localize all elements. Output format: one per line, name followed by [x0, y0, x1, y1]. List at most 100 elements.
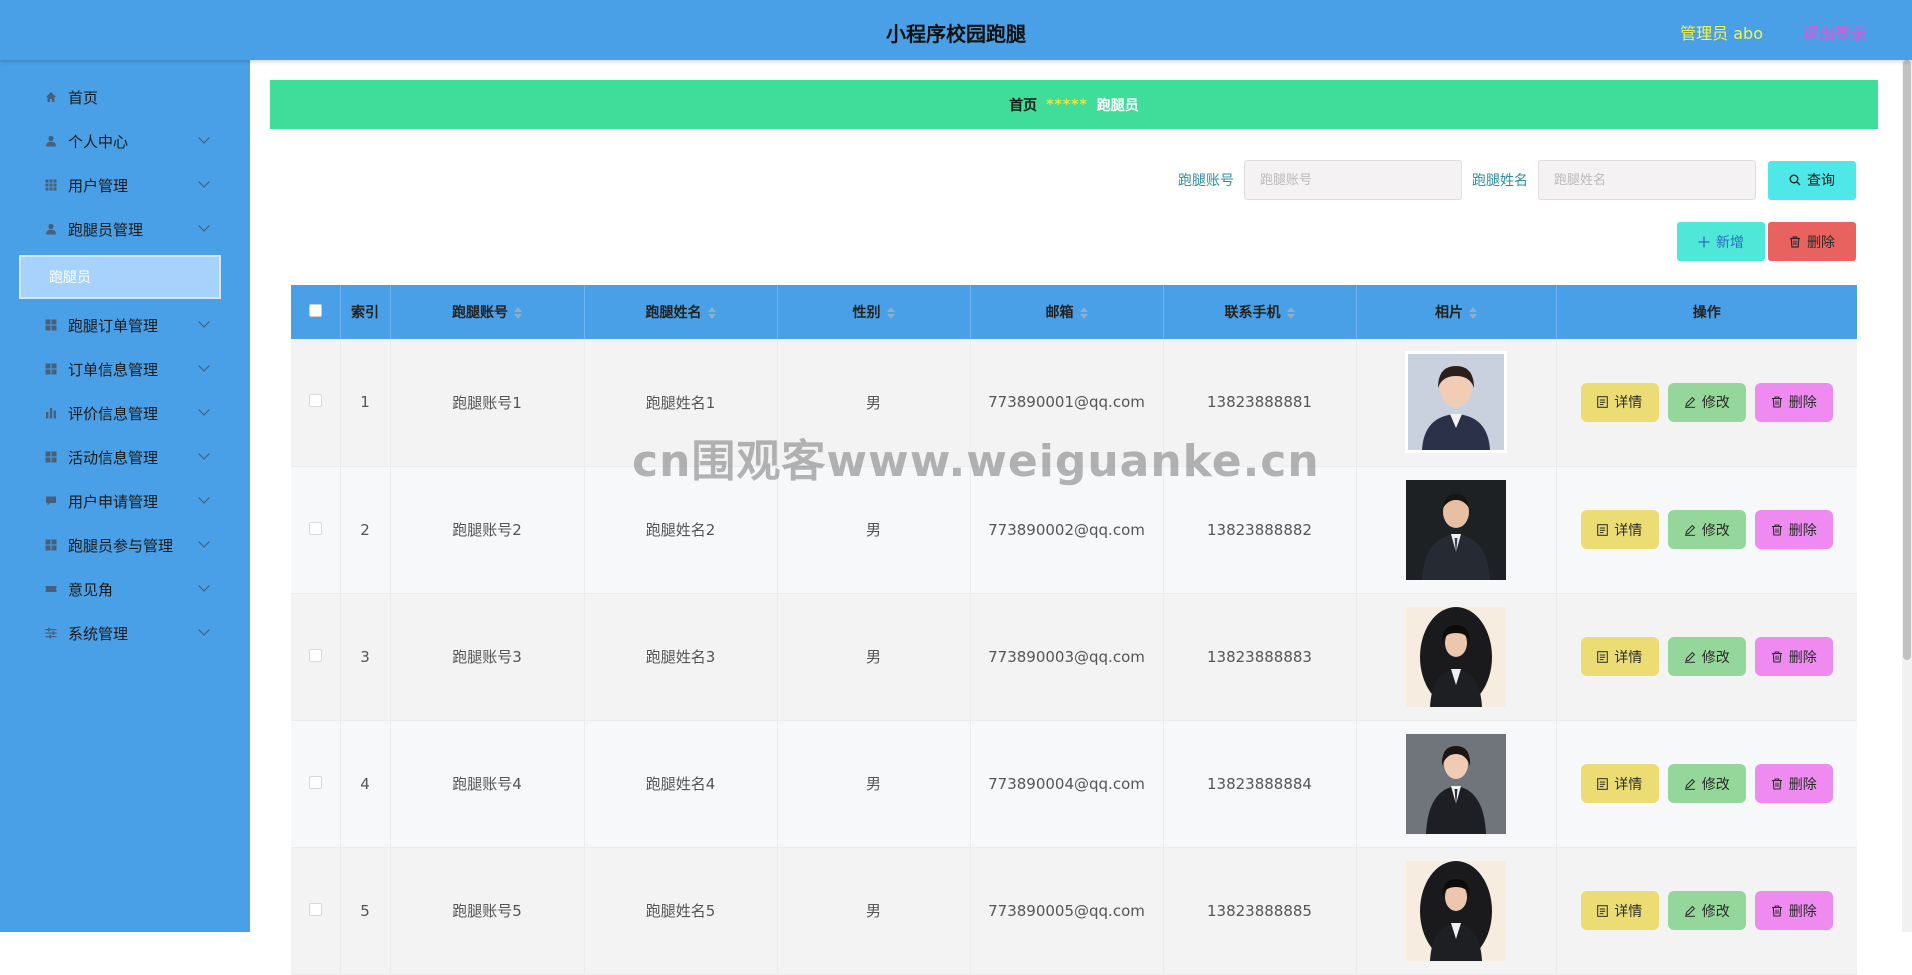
edit-button[interactable]: 修改: [1667, 637, 1746, 676]
runner-photo[interactable]: [1406, 860, 1506, 961]
name-search-input[interactable]: [1538, 160, 1756, 200]
detail-button[interactable]: 详情: [1580, 637, 1659, 676]
row-checkbox[interactable]: [308, 648, 322, 662]
delete-button[interactable]: 删除: [1754, 891, 1833, 930]
sort-icon[interactable]: [1469, 307, 1477, 319]
add-button[interactable]: 新增: [1677, 222, 1765, 261]
detail-button[interactable]: 详情: [1580, 510, 1659, 549]
detail-button[interactable]: 详情: [1580, 382, 1659, 422]
runner-photo[interactable]: [1406, 479, 1506, 580]
delete-button[interactable]: 删除: [1754, 764, 1833, 803]
sort-icon[interactable]: [1079, 307, 1088, 319]
chevron-down-icon: [198, 536, 210, 548]
edit-button[interactable]: 修改: [1667, 891, 1746, 930]
sort-icon[interactable]: [886, 307, 895, 319]
grid-icon: [44, 318, 58, 332]
select-all-checkbox[interactable]: [308, 303, 322, 317]
sort-icon[interactable]: [514, 307, 522, 319]
sidebar-subitem-runner[interactable]: 跑腿员: [19, 255, 221, 299]
sort-icon[interactable]: [1286, 307, 1295, 319]
search-bar: 跑腿账号 跑腿姓名 查询: [1178, 160, 1856, 200]
cell-account: 跑腿账号2: [390, 466, 585, 594]
header-photo-label: 相片: [1435, 305, 1463, 321]
cell-name: 跑腿姓名2: [584, 466, 778, 594]
edit-button[interactable]: 修改: [1667, 764, 1746, 803]
sidebar-item-reviews[interactable]: 评价信息管理: [0, 391, 250, 435]
delete-button[interactable]: 删除: [1754, 510, 1833, 549]
cell-phone: 13823888881: [1163, 339, 1357, 467]
scrollbar-thumb[interactable]: [1903, 60, 1911, 660]
account-search-input[interactable]: [1244, 160, 1462, 200]
runner-photo[interactable]: [1406, 733, 1506, 834]
sidebar-item-label: 跑腿订单管理: [68, 316, 159, 335]
chat-icon: [44, 494, 58, 508]
document-icon: [1597, 396, 1609, 409]
edit-button[interactable]: 修改: [1667, 382, 1746, 422]
runner-photo[interactable]: [1405, 351, 1507, 454]
runner-table: 索引 跑腿账号 跑腿姓名 性别 邮箱 联系手机 相片 操作 1 跑腿账号1 跑腿…: [291, 285, 1857, 975]
detail-button-label: 详情: [1614, 395, 1643, 412]
batch-delete-button[interactable]: 删除: [1768, 222, 1856, 261]
delete-button[interactable]: 删除: [1754, 382, 1833, 422]
chevron-down-icon: [198, 492, 210, 504]
cell-email: 773890001@qq.com: [970, 339, 1164, 467]
sidebar-item-activities[interactable]: 活动信息管理: [0, 435, 250, 479]
row-checkbox[interactable]: [308, 775, 322, 789]
sidebar-item-runner-orders[interactable]: 跑腿订单管理: [0, 303, 250, 347]
cell-account: 跑腿账号5: [390, 847, 585, 975]
row-checkbox[interactable]: [308, 902, 322, 916]
detail-button-label: 详情: [1614, 776, 1643, 793]
header-name[interactable]: 跑腿姓名: [584, 285, 778, 339]
chevron-down-icon: [198, 176, 210, 188]
toolbar: 新增 删除: [1677, 222, 1856, 261]
row-checkbox[interactable]: [308, 521, 322, 535]
delete-button[interactable]: 删除: [1754, 637, 1833, 676]
sidebar-item-users[interactable]: 用户管理: [0, 163, 250, 207]
runner-photo[interactable]: [1406, 606, 1506, 707]
cell-name: 跑腿姓名4: [584, 720, 778, 848]
logout-link[interactable]: 退出登录: [1803, 20, 1867, 44]
trash-icon: [1790, 235, 1800, 248]
breadcrumb-separator: *****: [1046, 96, 1088, 113]
header-account[interactable]: 跑腿账号: [390, 285, 585, 339]
cell-gender: 男: [777, 720, 971, 848]
sidebar-item-runner-participation[interactable]: 跑腿员参与管理: [0, 523, 250, 567]
sidebar-item-order-info[interactable]: 订单信息管理: [0, 347, 250, 391]
edit-button[interactable]: 修改: [1667, 510, 1746, 549]
chevron-down-icon: [198, 404, 210, 416]
header-email[interactable]: 邮箱: [970, 285, 1164, 339]
sidebar-item-feedback[interactable]: 意见角: [0, 567, 250, 611]
ticket-icon: [44, 582, 58, 596]
edit-button-label: 修改: [1701, 903, 1730, 920]
row-checkbox[interactable]: [308, 394, 322, 408]
header-photo[interactable]: 相片: [1356, 285, 1557, 339]
cell-name: 跑腿姓名5: [584, 847, 778, 975]
sidebar-item-label: 跑腿员参与管理: [68, 536, 174, 555]
sort-icon[interactable]: [707, 307, 716, 319]
sidebar-item-profile[interactable]: 个人中心: [0, 119, 250, 163]
sidebar-item-system[interactable]: 系统管理: [0, 611, 250, 655]
pencil-icon: [1684, 778, 1695, 790]
document-icon: [1597, 650, 1609, 663]
sidebar-item-label: 用户管理: [68, 176, 129, 195]
select-all-header: [291, 285, 341, 339]
cell-email: 773890005@qq.com: [970, 847, 1164, 975]
sidebar-item-home[interactable]: 首页: [0, 75, 250, 119]
trash-icon: [1771, 396, 1782, 408]
sidebar-item-user-applications[interactable]: 用户申请管理: [0, 479, 250, 523]
detail-button-label: 详情: [1614, 649, 1643, 666]
detail-button[interactable]: 详情: [1580, 891, 1659, 930]
delete-button-label: 删除: [1788, 395, 1817, 412]
chevron-down-icon: [198, 360, 210, 372]
cell-email: 773890004@qq.com: [970, 720, 1164, 848]
cell-index: 3: [340, 593, 391, 721]
query-button-label: 查询: [1807, 173, 1835, 189]
sidebar-item-runner-manage[interactable]: 跑腿员管理: [0, 207, 250, 251]
detail-button-label: 详情: [1614, 522, 1643, 539]
detail-button[interactable]: 详情: [1580, 764, 1659, 803]
vertical-scrollbar[interactable]: [1902, 60, 1912, 932]
header-gender[interactable]: 性别: [777, 285, 971, 339]
breadcrumb-home[interactable]: 首页: [1009, 95, 1037, 115]
query-button[interactable]: 查询: [1768, 160, 1856, 200]
header-phone[interactable]: 联系手机: [1163, 285, 1357, 339]
